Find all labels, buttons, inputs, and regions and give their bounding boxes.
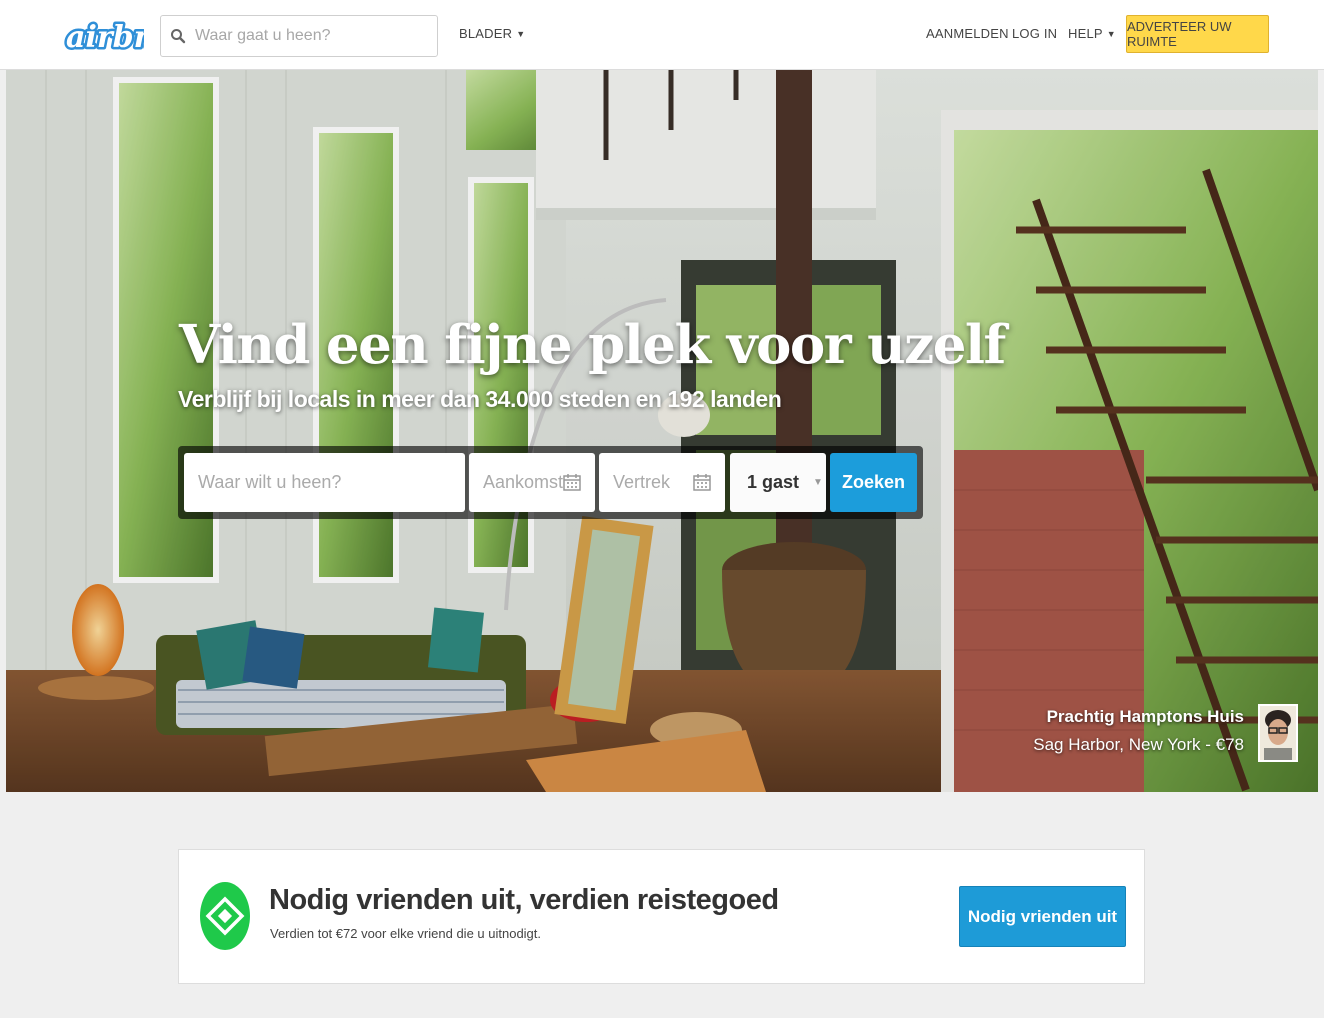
browse-menu[interactable]: BLADER ▼	[459, 26, 525, 41]
airbnb-logo[interactable]: airbnb airbnb	[64, 14, 179, 58]
header-search	[160, 15, 438, 57]
hero-search-bar: 1 gast ▼ Zoeken	[178, 446, 923, 519]
checkin-field	[469, 453, 595, 512]
listing-location-price: Sag Harbor, New York - €78	[1033, 735, 1244, 754]
header-search-input[interactable]	[195, 27, 425, 45]
svg-text:airbnb: airbnb	[66, 20, 144, 55]
help-menu[interactable]: HELP ▼	[1068, 26, 1116, 41]
calendar-icon[interactable]	[563, 473, 581, 491]
search-icon	[161, 28, 195, 44]
caret-down-icon: ▼	[813, 477, 823, 488]
invite-subtitle: Verdien tot €72 voor elke vriend die u u…	[270, 926, 542, 941]
help-label: HELP	[1068, 26, 1103, 41]
invite-friends-button[interactable]: Nodig vrienden uit	[959, 886, 1126, 947]
top-navbar: airbnb airbnb BLADER▼ AANMELDEN LOG IN H…	[0, 0, 1324, 70]
listing-caption[interactable]: Prachtig Hamptons Huis Sag Harbor, New Y…	[1033, 707, 1244, 755]
guests-select[interactable]: 1 gast ▼	[730, 453, 826, 512]
invite-title: Nodig vrienden uit, verdien reistegoed	[269, 884, 779, 916]
login-link[interactable]: LOG IN	[1012, 26, 1057, 41]
invite-friends-panel: Nodig vrienden uit, verdien reistegoed V…	[178, 849, 1145, 984]
list-your-space-button[interactable]: ADVERTEER UW RUIMTE	[1126, 15, 1269, 53]
airbnb-logo-mark: airbnb airbnb	[64, 18, 179, 58]
hero-subtitle: Verblijf bij locals in meer dan 34.000 s…	[178, 386, 782, 412]
calendar-icon[interactable]	[693, 473, 711, 491]
host-portrait-icon	[1260, 706, 1296, 760]
hero-section: Vind een fijne plek voor uzelf Verblijf …	[6, 70, 1318, 792]
guests-value: 1 gast	[747, 472, 800, 492]
search-submit-button[interactable]: Zoeken	[830, 453, 917, 512]
destination-field	[184, 453, 465, 512]
signup-link[interactable]: AANMELDEN	[926, 26, 1009, 41]
listing-name: Prachtig Hamptons Huis	[1046, 707, 1244, 726]
checkout-field	[599, 453, 725, 512]
diamond-badge-icon	[200, 882, 250, 950]
host-avatar[interactable]	[1258, 704, 1298, 762]
hero-photo	[6, 70, 1318, 792]
chevron-down-icon: ▼	[1106, 29, 1116, 39]
chevron-down-icon: ▼	[516, 29, 526, 39]
browse-label: BLADER	[459, 26, 513, 41]
hero-title: Vind een fijne plek voor uzelf	[179, 314, 1006, 376]
destination-input[interactable]	[184, 472, 465, 493]
